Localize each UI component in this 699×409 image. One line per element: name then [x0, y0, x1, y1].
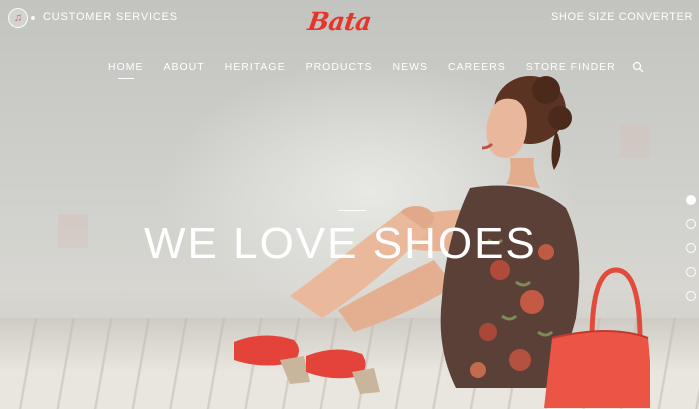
shoe-size-converter-link[interactable]: SHOE SIZE CONVERTER — [551, 11, 693, 23]
nav-item-store-finder[interactable]: STORE FINDER — [526, 61, 616, 73]
slide-indicator — [686, 195, 698, 315]
slide-dot[interactable] — [686, 267, 696, 277]
nav-item-heritage[interactable]: HERITAGE — [225, 61, 286, 73]
slide-dot[interactable] — [686, 219, 696, 229]
nav-item-news[interactable]: NEWS — [393, 61, 429, 73]
headline-divider — [338, 210, 366, 211]
search-icon[interactable] — [632, 61, 644, 73]
slide-dot[interactable] — [686, 243, 696, 253]
slide-dot[interactable] — [686, 291, 696, 301]
hero-headline: WE LOVE SHOES — [144, 219, 537, 268]
hero-banner: ♫ CUSTOMER SERVICES Bata SHOE SIZE CONVE… — [0, 0, 699, 409]
wall-tile — [58, 214, 88, 248]
nav-item-home[interactable]: HOME — [108, 61, 144, 79]
slide-dot[interactable] — [686, 195, 696, 205]
nav-item-about[interactable]: ABOUT — [164, 61, 205, 73]
customer-services-link[interactable]: CUSTOMER SERVICES — [43, 11, 178, 23]
bata-logo[interactable]: Bata — [306, 7, 402, 36]
nav-item-products[interactable]: PRODUCTS — [306, 61, 373, 73]
top-bar: ♫ CUSTOMER SERVICES Bata SHOE SIZE CONVE… — [0, 0, 699, 36]
main-navigation: HOME ABOUT HERITAGE PRODUCTS NEWS CAREER… — [108, 59, 644, 79]
customer-services-icon[interactable]: ♫ — [8, 8, 28, 28]
nav-item-careers[interactable]: CAREERS — [448, 61, 506, 73]
separator-dot — [31, 16, 35, 20]
